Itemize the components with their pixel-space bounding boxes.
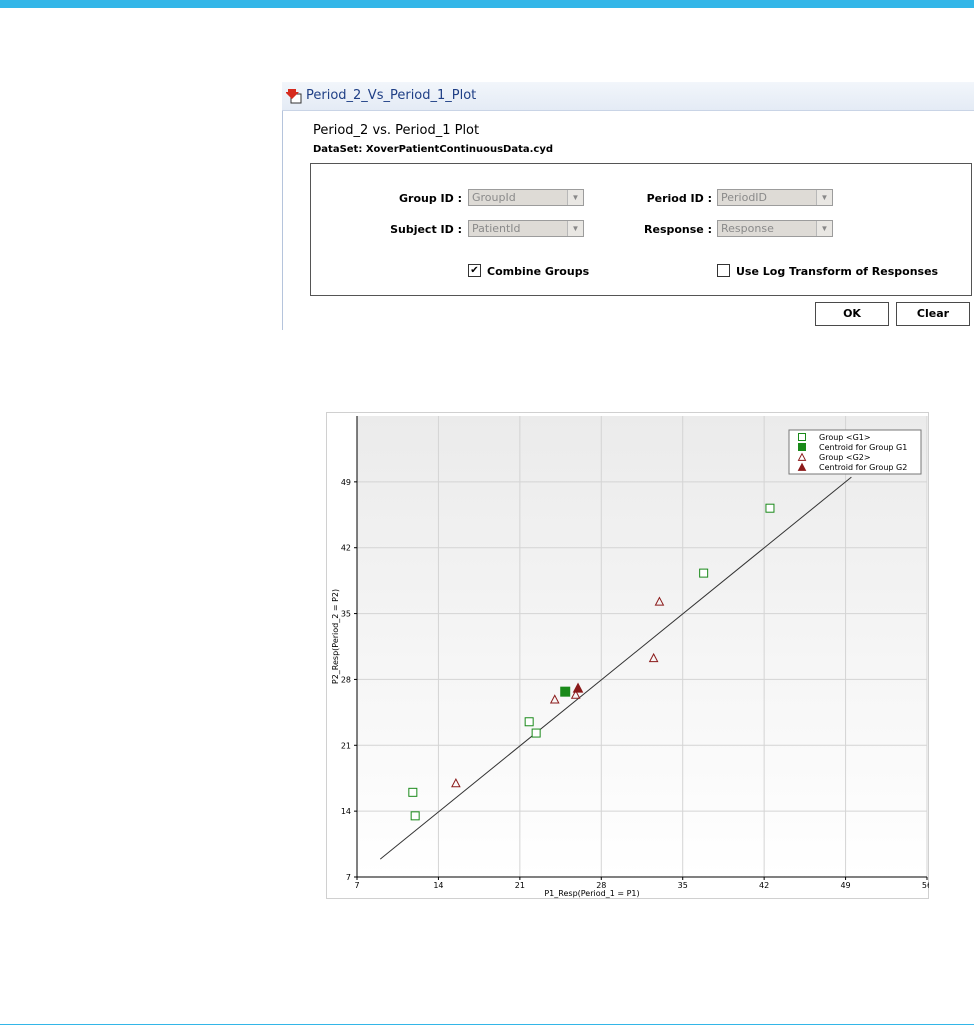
dialog-titlebar[interactable]: Period_2_Vs_Period_1_Plot	[282, 82, 974, 111]
dialog-title: Period_2_Vs_Period_1_Plot	[306, 88, 477, 103]
y-tick-label: 14	[341, 807, 351, 816]
log-transform-label: Use Log Transform of Responses	[736, 265, 939, 278]
data-point	[699, 568, 709, 578]
period-id-label: Period ID :	[646, 192, 712, 205]
scatter-chart: 7142128354249567142128354249P1_Resp(Peri…	[326, 412, 932, 899]
x-tick-label: 21	[515, 881, 525, 890]
chevron-down-icon[interactable]: ▼	[816, 221, 832, 236]
x-tick-label: 7	[354, 881, 359, 890]
data-point	[408, 787, 418, 797]
combine-groups-label: Combine Groups	[487, 265, 590, 278]
chevron-down-icon[interactable]: ▼	[567, 221, 583, 236]
group-id-select[interactable]: GroupId ▼	[468, 189, 584, 206]
legend-label: Group <G1>	[819, 433, 871, 442]
period-id-value: PeriodID	[721, 191, 768, 204]
response-value: Response	[721, 222, 774, 235]
log-transform-checkbox[interactable]	[717, 264, 730, 277]
x-tick-label: 56	[922, 881, 929, 890]
y-tick-label: 49	[341, 478, 351, 487]
x-tick-label: 42	[759, 881, 769, 890]
chart-svg: 7142128354249567142128354249P1_Resp(Peri…	[326, 412, 932, 899]
y-axis-label: P2_Resp(Period_2 = P2)	[331, 589, 340, 684]
data-point	[560, 686, 571, 697]
y-tick-label: 28	[341, 675, 351, 684]
data-point	[765, 503, 775, 513]
legend-marker	[798, 433, 806, 441]
legend-label: Centroid for Group G1	[819, 443, 907, 452]
dataset-label: DataSet: XoverPatientContinuousData.cyd	[313, 144, 554, 155]
x-tick-label: 35	[678, 881, 688, 890]
combine-groups-checkbox[interactable]: ✔	[468, 264, 481, 277]
red-down-arrow-icon	[286, 89, 302, 104]
group-id-label: Group ID :	[399, 192, 462, 205]
ok-button[interactable]: OK	[815, 302, 889, 326]
y-tick-label: 42	[341, 544, 351, 553]
bottom-rule	[0, 1024, 974, 1025]
response-label: Response :	[644, 223, 712, 236]
group-id-value: GroupId	[472, 191, 516, 204]
data-point	[531, 728, 541, 738]
period-id-select[interactable]: PeriodID ▼	[717, 189, 833, 206]
x-axis-label: P1_Resp(Period_1 = P1)	[544, 889, 639, 898]
x-tick-label: 49	[840, 881, 850, 890]
data-point	[524, 717, 534, 727]
top-accent-bar	[0, 0, 974, 8]
y-tick-label: 21	[341, 741, 351, 750]
y-tick-label: 7	[346, 873, 351, 882]
data-point	[410, 811, 420, 821]
clear-button[interactable]: Clear	[896, 302, 970, 326]
x-tick-label: 14	[433, 881, 443, 890]
legend-marker	[798, 443, 806, 451]
subject-id-select[interactable]: PatientId ▼	[468, 220, 584, 237]
chevron-down-icon[interactable]: ▼	[567, 190, 583, 205]
legend-label: Centroid for Group G2	[819, 463, 907, 472]
chevron-down-icon[interactable]: ▼	[816, 190, 832, 205]
subject-id-label: Subject ID :	[390, 223, 462, 236]
subject-id-value: PatientId	[472, 222, 521, 235]
response-select[interactable]: Response ▼	[717, 220, 833, 237]
y-tick-label: 35	[341, 610, 351, 619]
legend-label: Group <G2>	[819, 453, 871, 462]
plot-heading: Period_2 vs. Period_1 Plot	[313, 123, 480, 138]
dialog-left-border	[282, 82, 283, 330]
